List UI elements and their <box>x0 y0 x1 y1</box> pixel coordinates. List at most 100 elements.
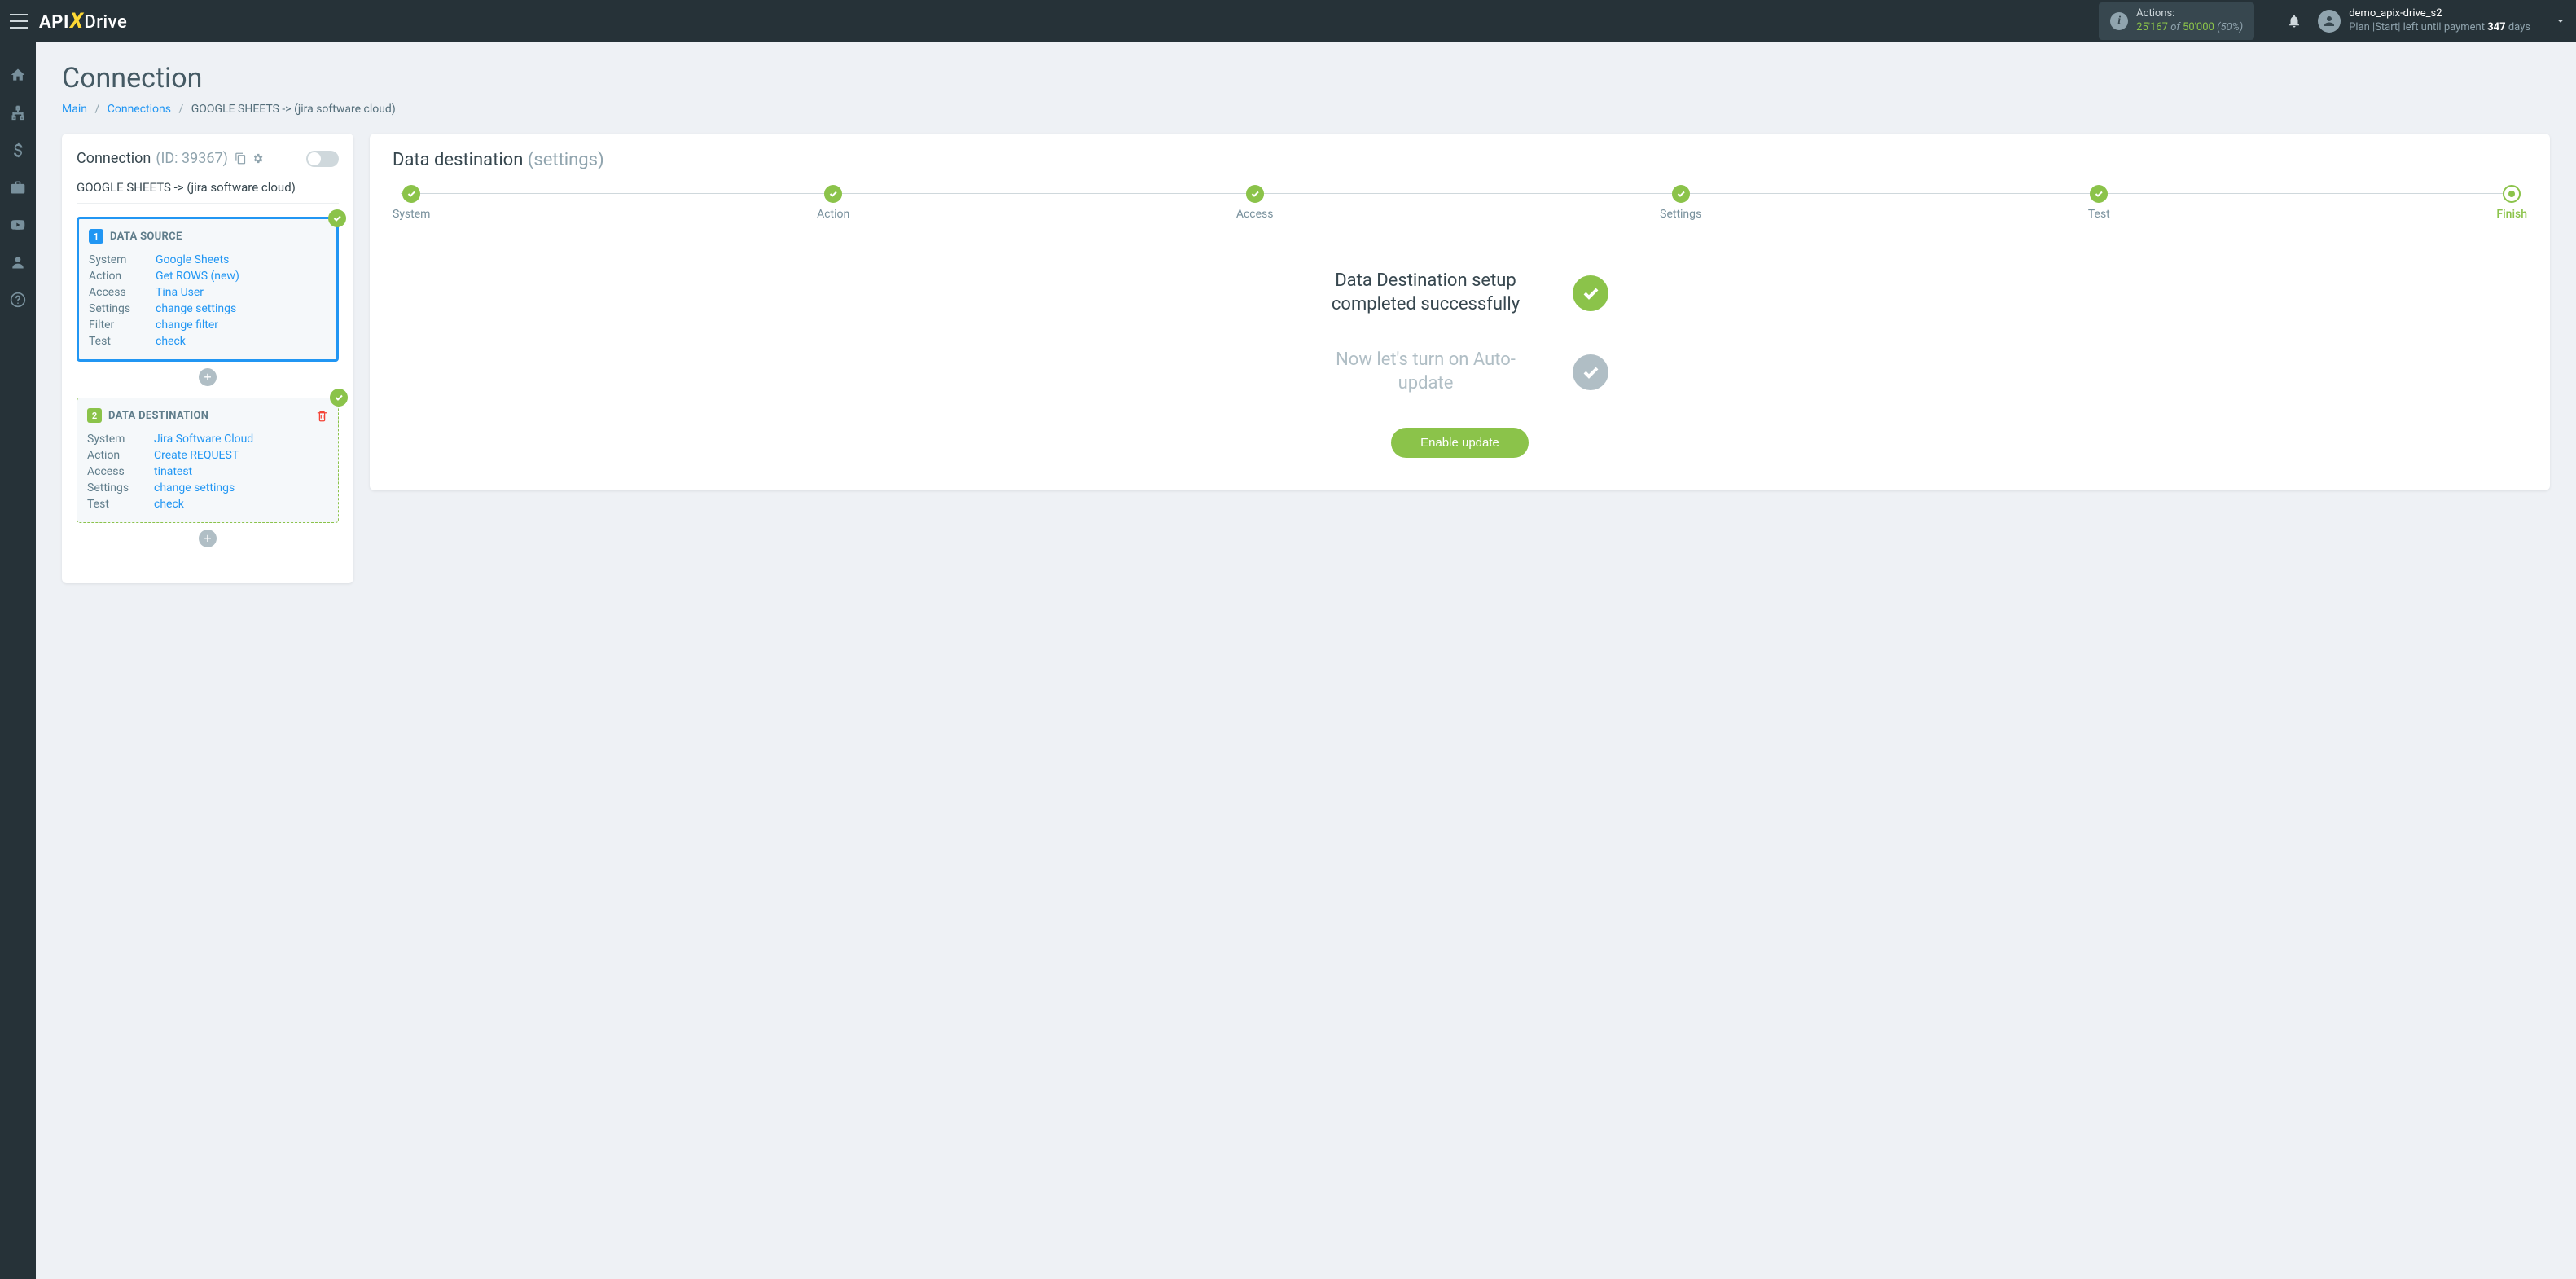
user-name: demo_apix-drive_s2 <box>2349 7 2442 20</box>
check-pending-icon <box>1573 354 1608 390</box>
user-menu[interactable]: demo_apix-drive_s2 Plan |Start| left unt… <box>2318 7 2530 35</box>
enable-update-button[interactable]: Enable update <box>1391 428 1529 458</box>
card-row-key: Test <box>89 335 156 348</box>
step-test[interactable]: Test <box>2088 185 2110 221</box>
step-label: Test <box>2088 208 2110 221</box>
card-row: AccessTina User <box>89 284 327 301</box>
card-row: ActionGet ROWS (new) <box>89 268 327 284</box>
setup-complete-text: Data Destination setup completed success… <box>1312 270 1540 316</box>
actions-usage[interactable]: i Actions: 25'167 of 50'000 (50%) <box>2099 2 2254 40</box>
step-dot-icon <box>2503 185 2521 203</box>
card-row-key: Action <box>87 449 154 462</box>
card-row-value[interactable]: check <box>154 498 184 511</box>
copy-icon[interactable] <box>235 152 247 165</box>
step-settings[interactable]: Settings <box>1660 185 1701 221</box>
card-row-value[interactable]: Jira Software Cloud <box>154 433 253 446</box>
logo-x-icon: X <box>70 9 84 33</box>
source-number: 1 <box>89 229 103 244</box>
card-row-value[interactable]: Tina User <box>156 286 204 299</box>
card-row-value[interactable]: check <box>156 335 186 348</box>
breadcrumb-main[interactable]: Main <box>62 103 87 116</box>
step-label: Action <box>817 208 849 221</box>
add-destination-button[interactable]: + <box>199 530 217 547</box>
page-title: Connection <box>62 62 2550 94</box>
card-row: Filterchange filter <box>89 317 327 333</box>
step-dot-icon <box>402 185 420 203</box>
dest-number: 2 <box>87 408 102 423</box>
card-row: Accesstinatest <box>87 464 328 480</box>
data-destination-card[interactable]: 2 DATA DESTINATION SystemJira Software C… <box>77 398 339 523</box>
sidebar <box>0 42 36 1279</box>
card-row-key: Settings <box>89 302 156 315</box>
connection-name: GOOGLE SHEETS -> (jira software cloud) <box>77 175 339 204</box>
conn-header-id: (ID: 39367) <box>156 150 228 167</box>
help-icon[interactable] <box>10 292 26 308</box>
user-icon[interactable] <box>10 254 26 270</box>
breadcrumb-current: GOOGLE SHEETS -> (jira software cloud) <box>191 103 396 116</box>
card-row-value[interactable]: change filter <box>156 319 218 332</box>
auto-update-row: Now let's turn on Auto-update <box>1208 349 1713 395</box>
dest-panel-subtitle: (settings) <box>528 150 604 170</box>
notifications-icon[interactable] <box>2287 14 2302 29</box>
briefcase-icon[interactable] <box>10 179 26 196</box>
actions-used: 25'167 <box>2136 21 2168 33</box>
card-row-key: Test <box>87 498 154 511</box>
card-row: Settingschange settings <box>87 480 328 496</box>
breadcrumb: Main / Connections / GOOGLE SHEETS -> (j… <box>62 103 2550 116</box>
card-row-value[interactable]: change settings <box>154 481 235 494</box>
card-row-key: Filter <box>89 319 156 332</box>
source-complete-icon <box>328 209 346 227</box>
step-label: Access <box>1236 208 1274 221</box>
card-row-value[interactable]: tinatest <box>154 465 192 478</box>
step-system[interactable]: System <box>393 185 430 221</box>
sitemap-icon[interactable] <box>10 104 26 121</box>
menu-toggle-icon[interactable] <box>10 14 28 29</box>
actions-label: Actions: <box>2136 7 2243 21</box>
chevron-down-icon[interactable] <box>2555 15 2566 27</box>
step-dot-icon <box>824 185 842 203</box>
home-icon[interactable] <box>10 67 26 83</box>
auto-update-text: Now let's turn on Auto-update <box>1312 349 1540 395</box>
card-row-value[interactable]: Create REQUEST <box>154 449 239 462</box>
actions-of: of <box>2170 21 2180 33</box>
card-row-key: Access <box>89 286 156 299</box>
connection-panel: Connection (ID: 39367) GOOGLE SHEETS -> … <box>62 134 353 583</box>
step-finish[interactable]: Finish <box>2496 185 2527 221</box>
card-row: Settingschange settings <box>89 301 327 317</box>
trash-icon[interactable] <box>316 410 328 422</box>
card-row-value[interactable]: Google Sheets <box>156 253 229 266</box>
step-label: System <box>393 208 430 221</box>
gear-icon[interactable] <box>252 152 264 165</box>
destination-settings-panel: Data destination (settings) SystemAction… <box>370 134 2550 490</box>
card-row-value[interactable]: change settings <box>156 302 236 315</box>
step-action[interactable]: Action <box>817 185 849 221</box>
data-source-card[interactable]: 1 DATA SOURCE SystemGoogle SheetsActionG… <box>77 217 339 362</box>
step-dot-icon <box>1672 185 1690 203</box>
card-row: SystemGoogle Sheets <box>89 252 327 268</box>
card-row: ActionCreate REQUEST <box>87 447 328 464</box>
source-title: DATA SOURCE <box>110 231 182 243</box>
card-row-key: System <box>89 253 156 266</box>
step-label: Finish <box>2496 208 2527 221</box>
step-dot-icon <box>2090 185 2108 203</box>
logo[interactable]: API X Drive <box>39 9 127 33</box>
step-access[interactable]: Access <box>1236 185 1274 221</box>
avatar-icon <box>2318 10 2341 33</box>
connection-toggle[interactable] <box>306 151 339 167</box>
setup-complete-row: Data Destination setup completed success… <box>1208 270 1713 316</box>
check-icon <box>1573 275 1608 311</box>
plan-suffix: days <box>2506 21 2530 33</box>
card-row-value[interactable]: Get ROWS (new) <box>156 270 239 283</box>
breadcrumb-connections[interactable]: Connections <box>108 103 171 116</box>
add-source-button[interactable]: + <box>199 368 217 386</box>
plan-days: 347 <box>2487 21 2505 33</box>
dollar-icon[interactable] <box>10 142 26 158</box>
actions-pct: (50%) <box>2217 21 2243 33</box>
actions-total: 50'000 <box>2183 21 2214 33</box>
topbar: API X Drive i Actions: 25'167 of 50'000 … <box>0 0 2576 42</box>
step-label: Settings <box>1660 208 1701 221</box>
card-row: SystemJira Software Cloud <box>87 431 328 447</box>
logo-api: API <box>39 12 69 33</box>
youtube-icon[interactable] <box>10 217 26 233</box>
stepper: System Action Access Settings Test Finish <box>393 185 2527 221</box>
